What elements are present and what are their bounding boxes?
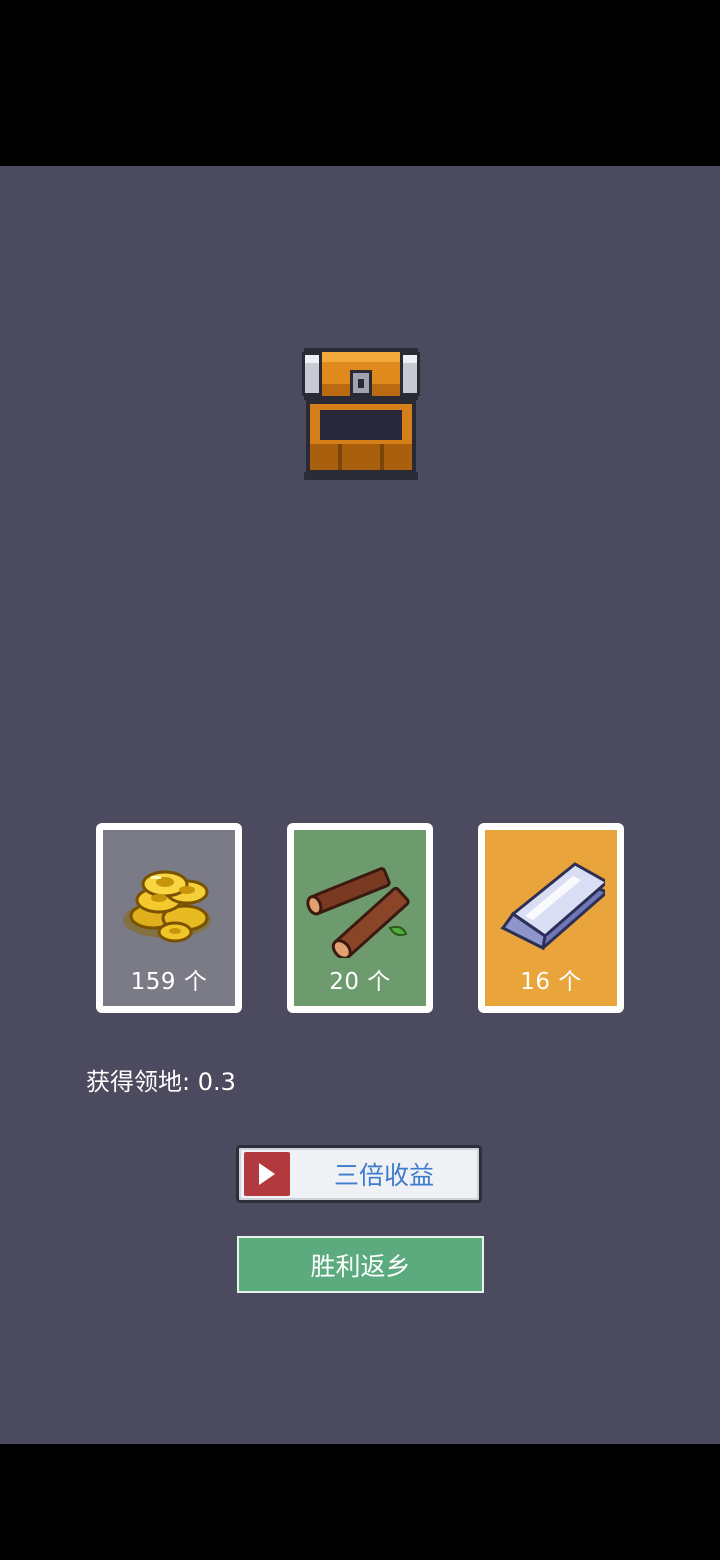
- reward-card-iron: 16 个: [478, 823, 624, 1013]
- triple-reward-label: 三倍收益: [333, 1161, 434, 1190]
- return-home-button[interactable]: 胜利返乡: [237, 1236, 484, 1293]
- reward-count-iron: 16 个: [520, 969, 582, 995]
- reward-card-wood-inner: 20 个: [294, 830, 426, 1006]
- reward-count-wood: 20 个: [329, 969, 391, 995]
- play-icon: [259, 1163, 275, 1185]
- reward-card-iron-inner: 16 个: [485, 830, 617, 1006]
- reward-card-gold-inner: 159 个: [103, 830, 235, 1006]
- gold-coins-icon: [123, 870, 211, 943]
- top-bar: [0, 0, 720, 166]
- territory-gained-label: 获得领地: 0.3: [86, 1068, 236, 1096]
- reward-card-gold: 159 个: [96, 823, 242, 1013]
- triple-reward-button[interactable]: 三倍收益: [236, 1145, 482, 1203]
- wood-logs-icon: [306, 867, 410, 958]
- game-screen: 159 个 20 个 16 个 获得领地: 0.3 三倍收益 胜利返乡: [0, 0, 720, 1560]
- reward-cards: 159 个 20 个 16 个: [96, 823, 624, 1013]
- reward-card-wood: 20 个: [287, 823, 433, 1013]
- bottom-bar: [0, 1444, 720, 1560]
- video-ad-badge: [244, 1152, 290, 1196]
- treasure-chest-icon: [302, 348, 420, 480]
- reward-count-gold: 159 个: [130, 969, 208, 995]
- iron-ingot-icon: [500, 862, 605, 951]
